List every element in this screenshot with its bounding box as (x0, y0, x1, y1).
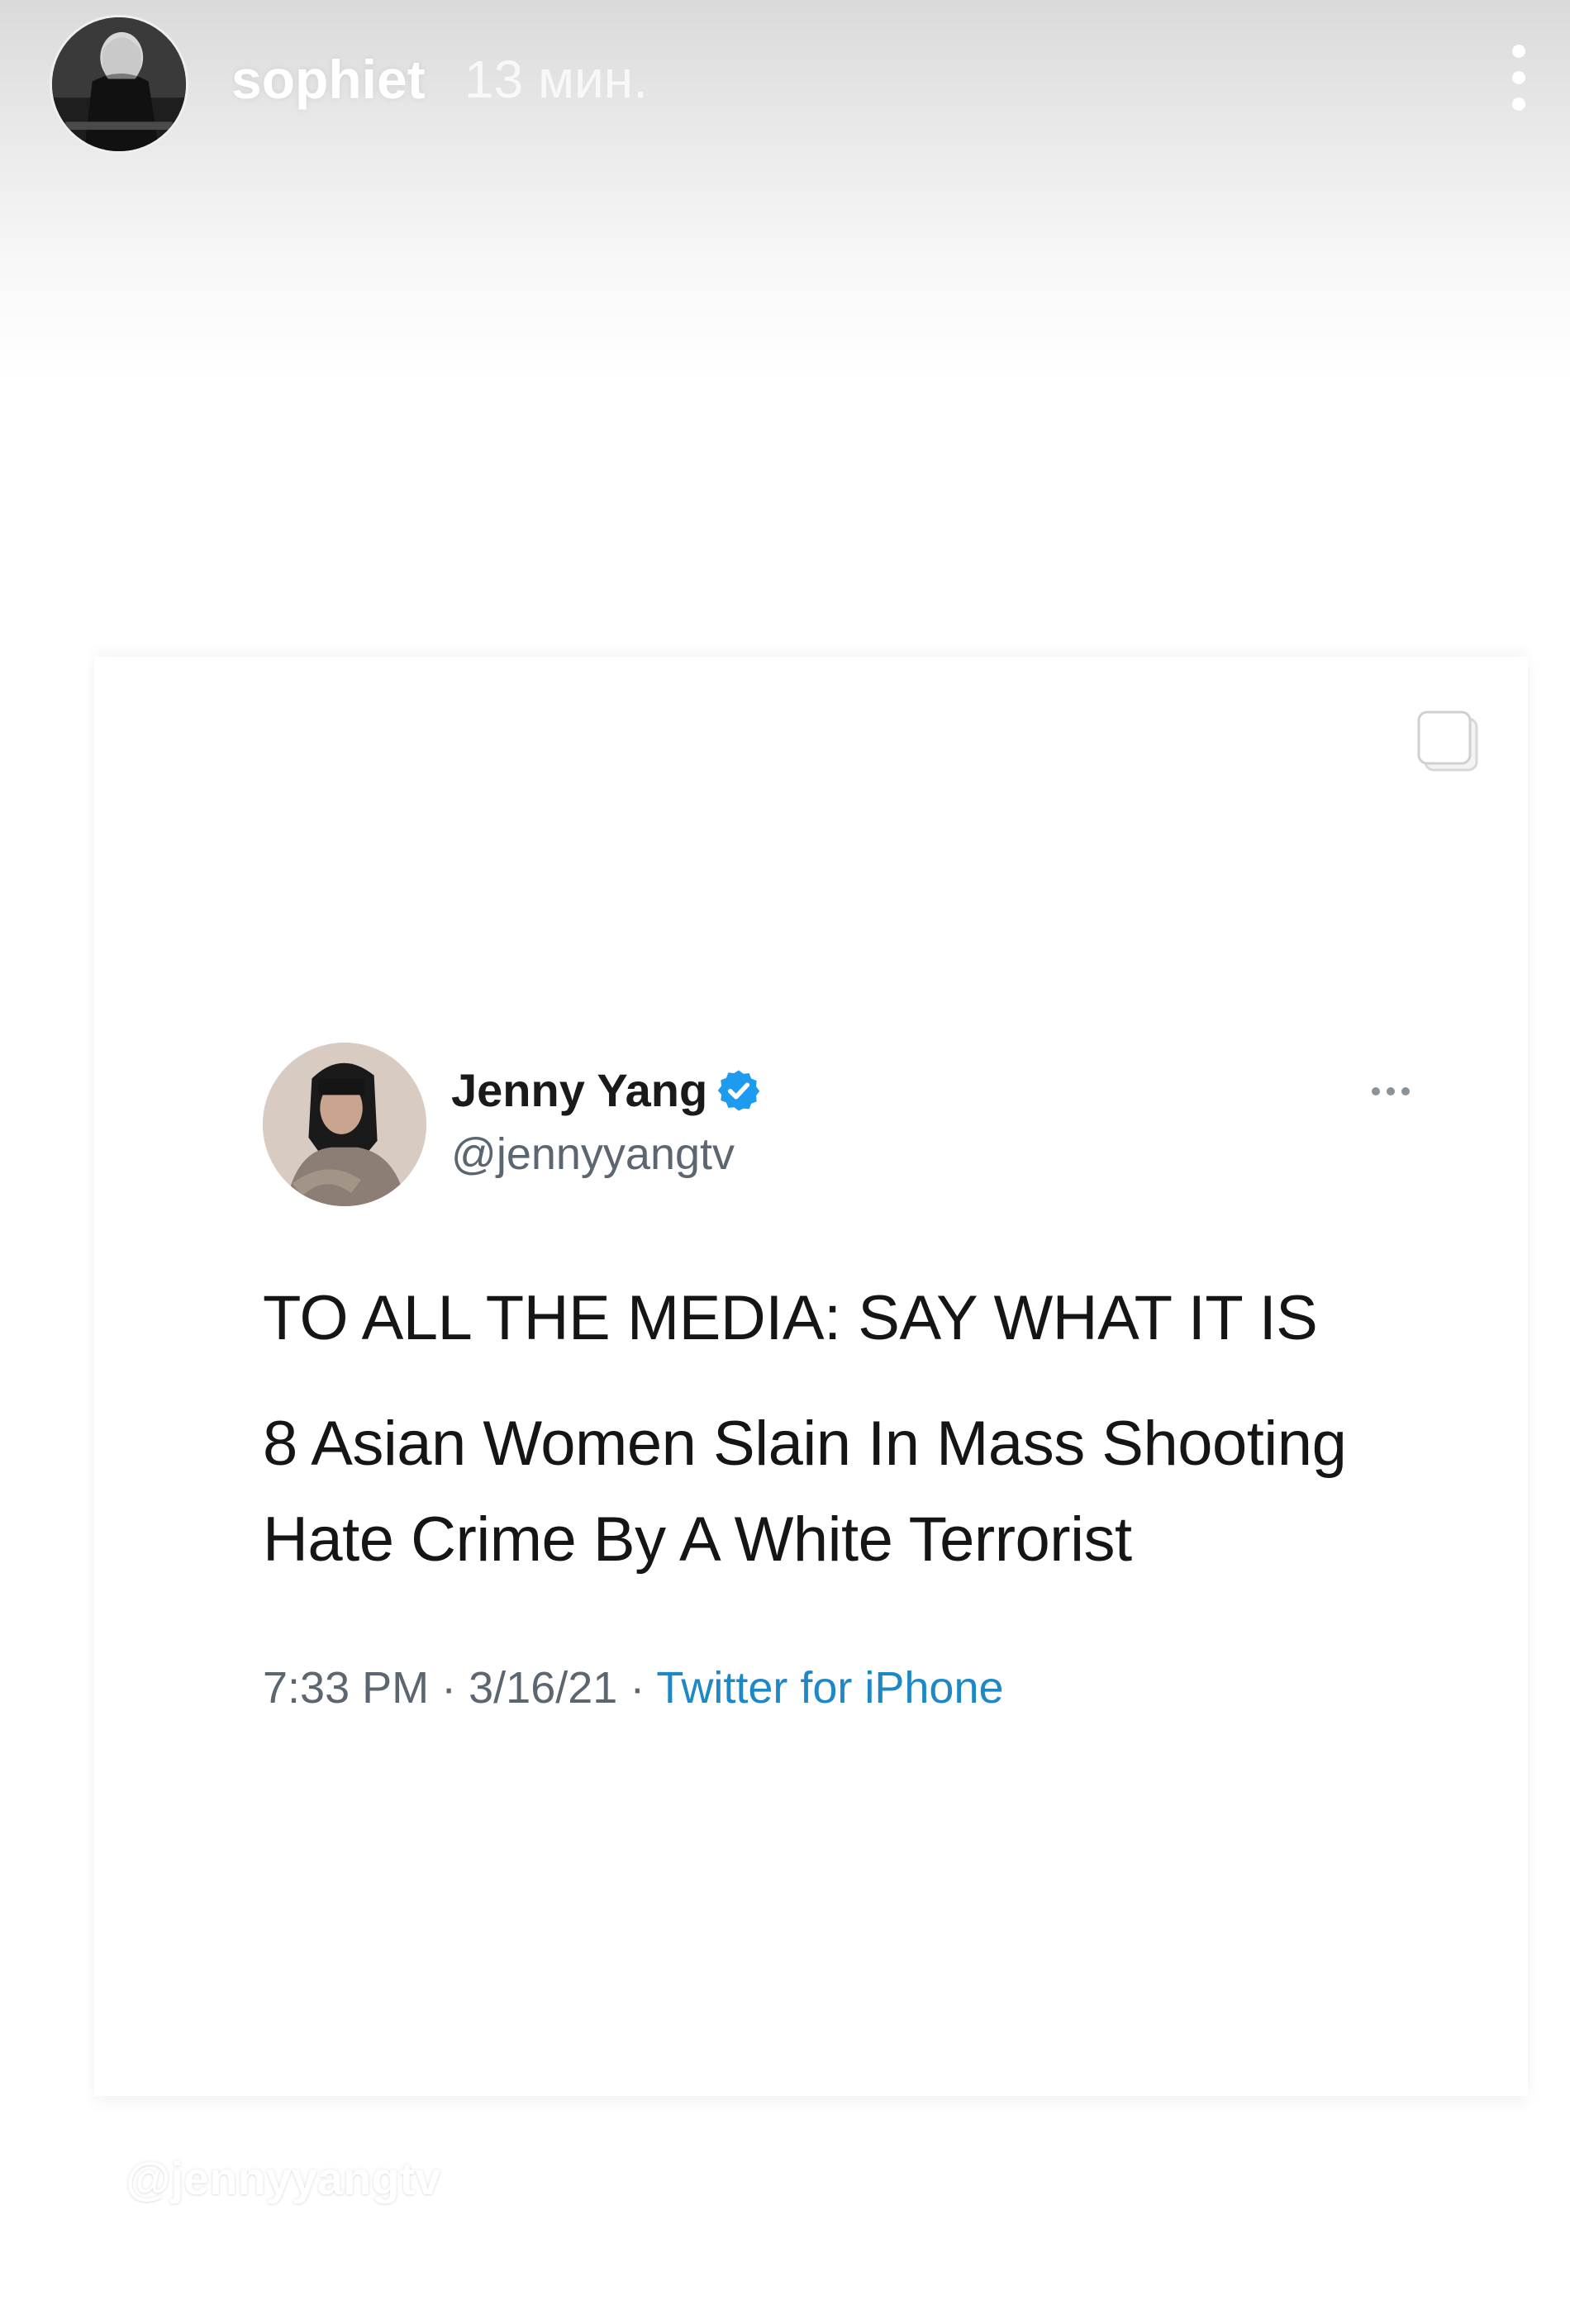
story-header: sophiet 13 мин. (0, 0, 1570, 165)
more-dot (1387, 1087, 1395, 1095)
verified-badge-icon (716, 1067, 762, 1114)
tweet-handle[interactable]: @jennyyangtv (451, 1127, 735, 1181)
tweet-time: 7:33 PM (263, 1663, 430, 1713)
display-name-text: Jenny Yang (451, 1064, 708, 1116)
more-dot (1401, 1087, 1410, 1095)
tweet-author-avatar[interactable] (263, 1043, 426, 1206)
tweet-display-name[interactable]: Jenny Yang (451, 1062, 762, 1119)
meta-separator: · (441, 1663, 457, 1713)
meta-separator: · (630, 1663, 645, 1713)
more-dot (1512, 45, 1525, 58)
tweet-text-line: TO ALL THE MEDIA: SAY WHAT IT IS (263, 1283, 1318, 1353)
more-dot (1372, 1087, 1380, 1095)
tweet-avatar-photo (263, 1043, 426, 1206)
story-author-avatar[interactable] (50, 15, 188, 154)
tweet-source-link[interactable]: Twitter for iPhone (656, 1663, 1003, 1713)
more-dot (1512, 97, 1525, 111)
tweet-text-line: 8 Asian Women Slain In Mass Shooting (263, 1409, 1347, 1479)
story-username[interactable]: sophiet (231, 46, 426, 112)
tweet-date: 3/16/21 (469, 1663, 618, 1713)
tweet-metadata: 7:33 PM · 3/16/21 · Twitter for iPhone (263, 1659, 1004, 1717)
story-avatar-photo (52, 17, 186, 151)
mention-sticker[interactable]: @jennyyangtv (126, 2150, 440, 2208)
tweet-text-line: Hate Crime By A White Terrorist (263, 1504, 1132, 1575)
copy-icon[interactable] (1415, 709, 1483, 777)
more-dot (1512, 71, 1525, 84)
more-vertical-icon[interactable] (1501, 41, 1537, 116)
story-timestamp: 13 мин. (464, 50, 648, 109)
more-horizontal-icon[interactable] (1367, 1079, 1416, 1104)
shared-post-card (94, 657, 1528, 2096)
